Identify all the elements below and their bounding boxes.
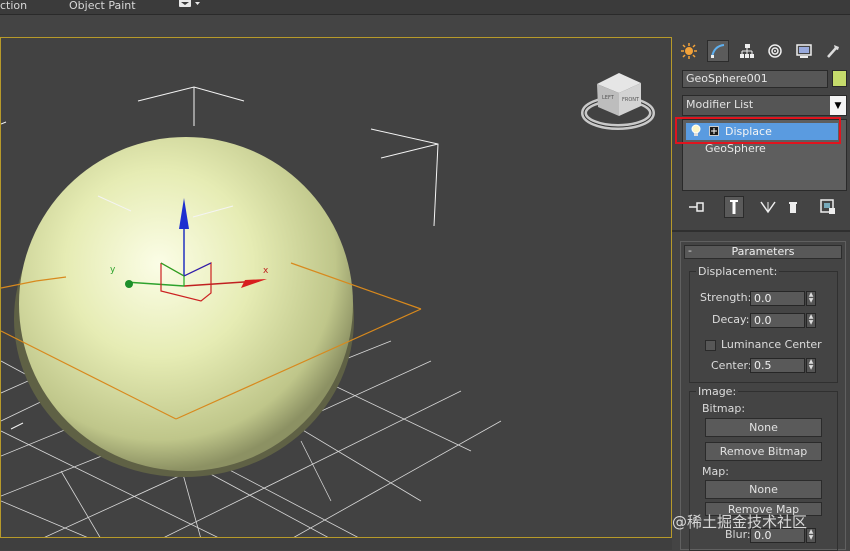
viewport-scene: y x LEFT FRONT [1, 73, 655, 537]
center-label: Center: [711, 359, 752, 372]
decay-spinner-arrows[interactable]: ▲ ▼ [806, 313, 816, 328]
remove-bitmap-button[interactable]: Remove Bitmap [705, 442, 822, 461]
viewport-bottom-strip [0, 538, 672, 550]
bitmap-none-button[interactable]: None [705, 418, 822, 437]
y-axis-label: y [110, 265, 116, 275]
panel-divider [672, 230, 850, 232]
configure-modifier-sets-icon[interactable] [818, 196, 838, 218]
strength-spinner-field[interactable]: 0.0 [750, 291, 805, 306]
image-label: Image: [696, 385, 739, 398]
parameters-rollout-header[interactable]: - Parameters [684, 244, 842, 259]
viewcube-front: FRONT [622, 97, 640, 103]
object-color-swatch[interactable] [832, 70, 847, 87]
menu-item-action[interactable]: ction [0, 0, 27, 12]
modify-icon[interactable] [707, 40, 729, 62]
strength-label: Strength: [700, 291, 752, 304]
viewcube-left: LEFT [602, 95, 615, 101]
utilities-icon[interactable] [822, 40, 844, 62]
luminance-center-label: Luminance Center [721, 338, 822, 351]
chevron-down-icon[interactable]: ▼ [830, 96, 846, 115]
geosphere [19, 137, 353, 471]
show-end-result-icon[interactable] [724, 196, 744, 218]
stack-toolbar [682, 196, 847, 218]
command-panel-tabs [678, 40, 848, 62]
bitmap-label: Bitmap: [702, 402, 746, 415]
modifier-list-label: Modifier List [686, 98, 754, 111]
pin-stack-icon[interactable] [687, 196, 707, 218]
menu-bar: ction Object Paint [0, 0, 850, 15]
map-none-button[interactable]: None [705, 480, 822, 499]
modifier-list-dropdown[interactable]: Modifier List ▼ [682, 95, 847, 116]
dropdown-icon[interactable] [178, 0, 202, 11]
map-label: Map: [702, 465, 729, 478]
perspective-viewport[interactable]: y x LEFT FRONT [0, 37, 672, 538]
decay-spinner-field[interactable]: 0.0 [750, 313, 805, 328]
motion-icon[interactable] [764, 40, 786, 62]
center-spinner-field[interactable]: 0.5 [750, 358, 805, 373]
create-icon[interactable] [678, 40, 700, 62]
rollout-title: Parameters [731, 245, 795, 258]
hierarchy-icon[interactable] [736, 40, 758, 62]
luminance-center-checkbox[interactable] [705, 340, 716, 351]
make-unique-icon[interactable] [758, 196, 778, 218]
center-spinner-arrows[interactable]: ▲ ▼ [806, 358, 816, 373]
remove-modifier-icon[interactable] [783, 196, 803, 218]
annotation-highlight-box [675, 117, 841, 144]
x-axis-label: x [263, 266, 269, 276]
menu-item-object-paint[interactable]: Object Paint [69, 0, 136, 12]
blur-spinner-arrows[interactable]: ▲ ▼ [806, 528, 816, 543]
object-name-field[interactable]: GeoSphere001 [682, 70, 828, 88]
strength-spinner-arrows[interactable]: ▲ ▼ [806, 291, 816, 306]
viewcube[interactable]: LEFT FRONT [581, 73, 655, 130]
display-icon[interactable] [793, 40, 815, 62]
watermark: @稀土掘金技术社区 [672, 513, 808, 531]
displacement-label: Displacement: [696, 265, 780, 278]
decay-label: Decay: [712, 313, 750, 326]
